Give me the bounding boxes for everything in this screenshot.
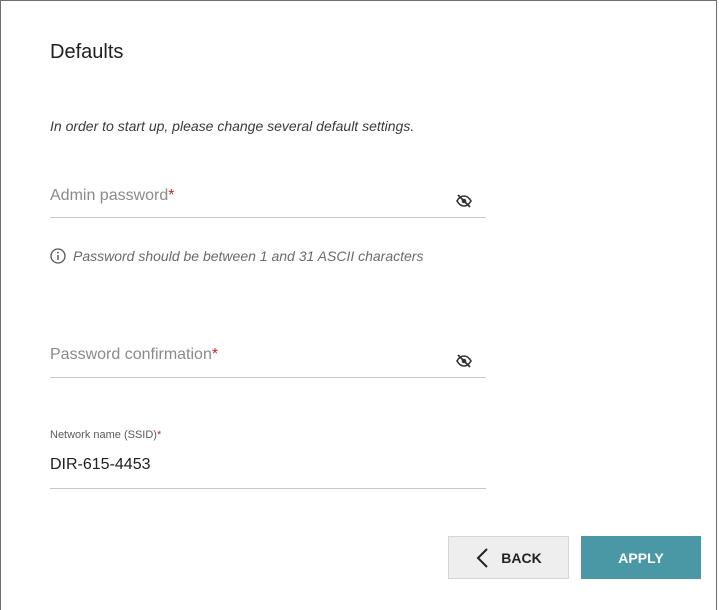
intro-text: In order to start up, please change seve…	[50, 118, 415, 134]
eye-off-icon[interactable]	[456, 354, 472, 368]
info-icon	[50, 248, 66, 264]
chevron-left-icon	[476, 547, 488, 568]
page-title: Defaults	[50, 41, 124, 63]
ssid-input[interactable]	[50, 456, 430, 474]
admin-password-input[interactable]	[50, 187, 430, 205]
password-hint: Password should be between 1 and 31 ASCI…	[50, 248, 423, 264]
password-confirmation-field[interactable]: Password confirmation*	[50, 340, 486, 378]
apply-button-label: APPLY	[618, 549, 664, 566]
ssid-label-text: Network name (SSID)	[50, 429, 157, 441]
password-confirmation-input[interactable]	[50, 346, 430, 364]
apply-button[interactable]: APPLY	[581, 536, 701, 579]
ssid-field[interactable]: Network name (SSID)*	[50, 429, 486, 489]
eye-off-icon[interactable]	[456, 194, 472, 208]
password-hint-text: Password should be between 1 and 31 ASCI…	[73, 248, 424, 264]
admin-password-field[interactable]: Admin password*	[50, 181, 486, 218]
back-button[interactable]: BACK	[448, 536, 569, 579]
ssid-label: Network name (SSID)*	[50, 429, 161, 441]
defaults-panel: Defaults In order to start up, please ch…	[0, 0, 717, 610]
required-mark: *	[156, 429, 162, 441]
back-button-label: BACK	[501, 549, 542, 566]
